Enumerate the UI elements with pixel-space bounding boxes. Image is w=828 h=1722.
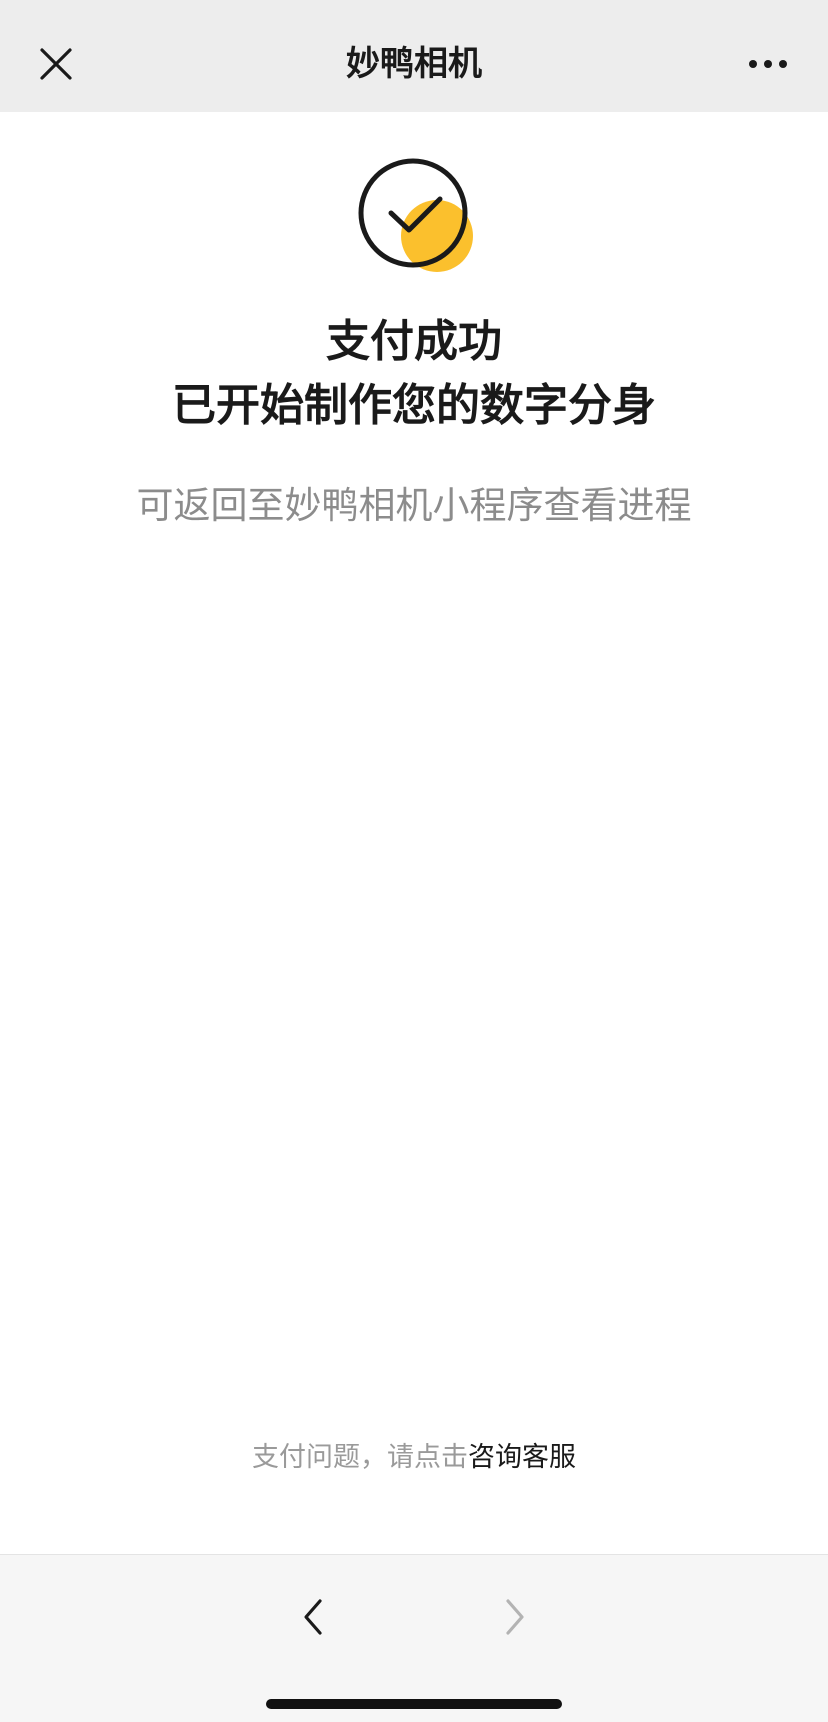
more-dots-icon <box>749 60 787 68</box>
check-circle-icon <box>356 156 476 274</box>
support-line: 支付问题，请点击咨询客服 <box>0 1438 828 1478</box>
status-title-line1: 支付成功 <box>326 316 502 367</box>
support-prefix: 支付问题，请点击 <box>252 1442 468 1473</box>
status-subtitle: 可返回至妙鸭相机小程序查看进程 <box>136 484 692 527</box>
status-title-line2: 已开始制作您的数字分身 <box>172 380 656 431</box>
chevron-right-icon <box>506 1599 524 1635</box>
status-title: 支付成功 已开始制作您的数字分身 <box>0 310 828 438</box>
back-button[interactable] <box>283 1587 343 1647</box>
chevron-left-icon <box>304 1599 322 1635</box>
home-indicator <box>266 1699 562 1709</box>
page-title: 妙鸭相机 <box>346 44 482 84</box>
customer-service-link[interactable]: 咨询客服 <box>468 1442 576 1473</box>
more-button[interactable] <box>728 36 808 92</box>
bottom-toolbar <box>0 1554 828 1722</box>
forward-button[interactable] <box>485 1587 545 1647</box>
nav-bar: 妙鸭相机 <box>0 0 828 112</box>
